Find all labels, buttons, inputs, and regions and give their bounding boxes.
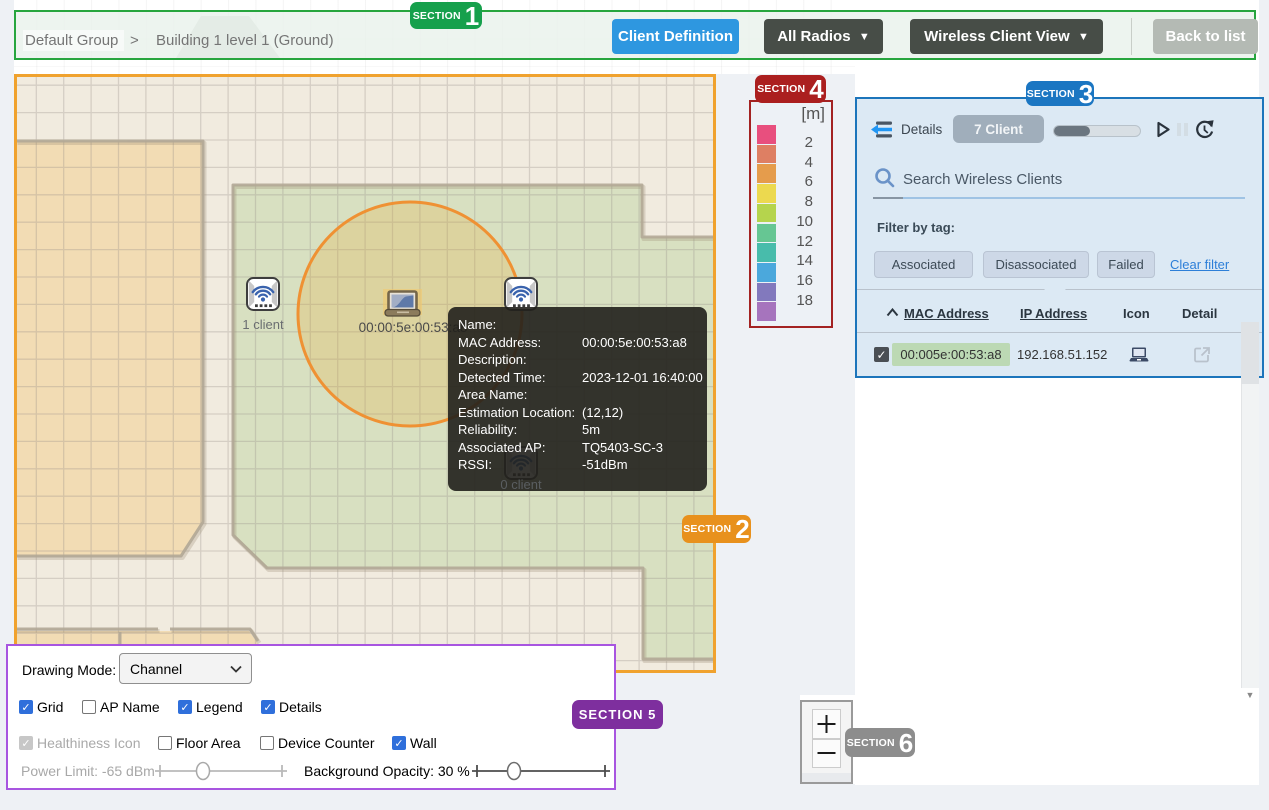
svg-text:1 client: 1 client xyxy=(242,317,284,332)
